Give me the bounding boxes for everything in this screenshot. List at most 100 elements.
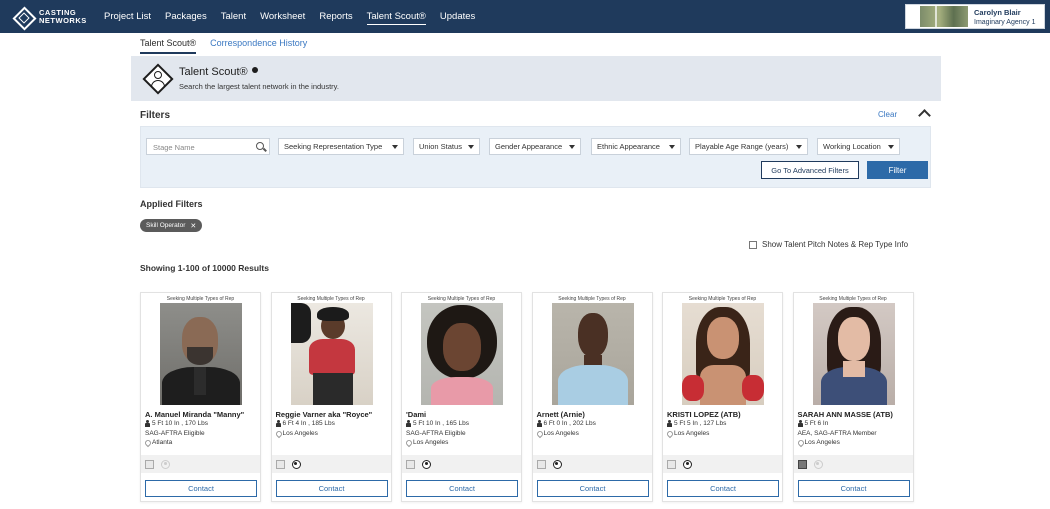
person-icon <box>536 420 542 427</box>
caret-down-icon <box>468 145 474 149</box>
talent-name[interactable]: SARAH ANN MASSE (ATB) <box>798 410 893 419</box>
talent-stats: 5 Ft 5 In , 127 Lbs <box>674 420 727 427</box>
reel-icon[interactable] <box>161 459 170 469</box>
account-menu[interactable]: Carolyn Blair Imaginary Agency 1 <box>905 4 1045 29</box>
talent-stats: 5 Ft 10 In , 170 Lbs <box>152 420 209 427</box>
rep-type-tag: Seeking Multiple Types of Rep <box>166 296 235 302</box>
close-icon[interactable]: ✕ <box>190 222 196 230</box>
talent-location: Los Angeles <box>543 430 579 437</box>
media-icons <box>532 455 652 473</box>
advanced-filters-button[interactable]: Go To Advanced Filters <box>761 161 859 179</box>
talent-stats: 6 Ft 0 In , 202 Lbs <box>543 420 596 427</box>
talent-stats: 6 Ft 4 In , 185 Lbs <box>282 420 335 427</box>
media-icons <box>141 455 260 473</box>
person-icon <box>275 420 281 427</box>
seeking-representation-dropdown[interactable]: Seeking Representation Type <box>278 138 404 155</box>
chevron-up-icon[interactable] <box>918 107 930 119</box>
gender-appearance-dropdown[interactable]: Gender Appearance <box>489 138 581 155</box>
talent-grid: Seeking Multiple Types of Rep A. Manuel … <box>140 292 914 502</box>
resume-icon[interactable] <box>145 459 154 469</box>
playable-age-range-dropdown[interactable]: Playable Age Range (years) <box>689 138 808 155</box>
talent-photo[interactable] <box>682 303 764 405</box>
contact-button[interactable]: Contact <box>275 480 388 497</box>
tab-correspondence-history[interactable]: Correspondence History <box>210 38 307 54</box>
talent-name[interactable]: A. Manuel Miranda "Manny" <box>145 410 244 419</box>
contact-button[interactable]: Contact <box>536 480 649 497</box>
pitch-notes-toggle[interactable]: Show Talent Pitch Notes & Rep Type Info <box>749 240 908 249</box>
ethnic-appearance-dropdown[interactable]: Ethnic Appearance <box>591 138 681 155</box>
union-status-dropdown[interactable]: Union Status <box>413 138 480 155</box>
logo-text: CASTING NETWORKS <box>39 7 87 25</box>
talent-photo[interactable] <box>551 303 634 405</box>
resume-icon[interactable] <box>275 459 285 469</box>
talent-photo[interactable] <box>421 303 503 405</box>
talent-location: Los Angeles <box>413 439 449 446</box>
talent-photo[interactable] <box>160 303 242 405</box>
talent-name[interactable]: Reggie Varner aka "Royce" <box>276 410 373 419</box>
logo-diamond-icon <box>13 7 33 27</box>
applied-filters-heading: Applied Filters <box>140 199 203 209</box>
talent-photo[interactable] <box>812 303 895 405</box>
contact-button[interactable]: Contact <box>145 480 257 497</box>
reel-icon[interactable] <box>813 459 823 469</box>
location-pin-icon <box>276 431 281 437</box>
top-nav: CASTING NETWORKS Project List Packages T… <box>0 0 1050 33</box>
rep-type-tag: Seeking Multiple Types of Rep <box>819 296 887 302</box>
search-icon[interactable] <box>256 142 264 150</box>
talent-card[interactable]: Seeking Multiple Types of Rep 'Dami 5 Ft… <box>401 292 522 502</box>
location-pin-icon <box>406 440 411 446</box>
reel-icon[interactable] <box>552 459 562 469</box>
person-icon <box>406 420 411 427</box>
talent-scout-banner: Talent Scout® Search the largest talent … <box>131 56 941 101</box>
nav-talent-scout[interactable]: Talent Scout® <box>366 9 426 25</box>
talent-card[interactable]: Seeking Multiple Types of Rep Arnett (Ar… <box>531 292 653 502</box>
talent-photo[interactable] <box>290 303 373 405</box>
reel-icon[interactable] <box>683 459 692 469</box>
contact-button[interactable]: Contact <box>406 480 518 497</box>
casting-networks-logo[interactable]: CASTING NETWORKS <box>13 7 93 27</box>
working-location-dropdown[interactable]: Working Location <box>817 138 900 155</box>
tab-talent-scout[interactable]: Talent Scout® <box>140 38 197 54</box>
talent-card[interactable]: Seeking Multiple Types of Rep Reggie Var… <box>270 292 392 502</box>
resume-icon[interactable] <box>667 459 676 469</box>
nav-talent[interactable]: Talent <box>221 9 246 25</box>
resume-icon[interactable] <box>406 459 415 469</box>
talent-location: Los Angeles <box>674 430 710 437</box>
nav-packages[interactable]: Packages <box>165 9 207 25</box>
media-icons <box>271 455 391 473</box>
union-status: SAG-AFTRA Eligible <box>145 430 205 437</box>
talent-name[interactable]: Arnett (Arnie) <box>537 410 585 419</box>
caret-down-icon <box>669 145 675 149</box>
nav-reports[interactable]: Reports <box>319 9 352 25</box>
person-icon <box>145 420 150 427</box>
sub-tabs: Talent Scout® Correspondence History <box>140 38 321 54</box>
page-title: Talent Scout® <box>179 66 248 78</box>
talent-card[interactable]: Seeking Multiple Types of Rep A. Manuel … <box>140 292 261 502</box>
resume-icon[interactable] <box>797 459 807 469</box>
clear-filters-link[interactable]: Clear <box>878 110 897 119</box>
reel-icon[interactable] <box>291 459 301 469</box>
talent-name[interactable]: KRISTI LOPEZ (ATB) <box>667 410 741 419</box>
nav-worksheet[interactable]: Worksheet <box>260 9 305 25</box>
contact-button[interactable]: Contact <box>667 480 779 497</box>
talent-card[interactable]: Seeking Multiple Types of Rep SARAH ANN … <box>792 292 914 502</box>
filter-chip[interactable]: Skill Operator ✕ <box>140 219 203 232</box>
info-icon[interactable] <box>251 66 258 73</box>
location-pin-icon <box>798 440 803 446</box>
pitch-notes-checkbox[interactable] <box>749 240 757 249</box>
location-pin-icon <box>667 431 672 437</box>
caret-down-icon <box>888 145 894 149</box>
contact-button[interactable]: Contact <box>797 480 910 497</box>
talent-card[interactable]: Seeking Multiple Types of Rep KRISTI LOP… <box>662 292 783 502</box>
reel-icon[interactable] <box>422 459 431 469</box>
resume-icon[interactable] <box>536 459 546 469</box>
filter-button[interactable]: Filter <box>867 161 928 179</box>
talent-location: Los Angeles <box>282 430 318 437</box>
talent-name[interactable]: 'Dami <box>406 410 426 419</box>
nav-project-list[interactable]: Project List <box>104 9 151 25</box>
stage-name-search-input[interactable]: Stage Name <box>146 138 270 155</box>
nav-updates[interactable]: Updates <box>440 9 475 25</box>
location-pin-icon <box>537 431 542 437</box>
caret-down-icon <box>569 145 575 149</box>
talent-stats: 5 Ft 6 In <box>804 420 829 427</box>
